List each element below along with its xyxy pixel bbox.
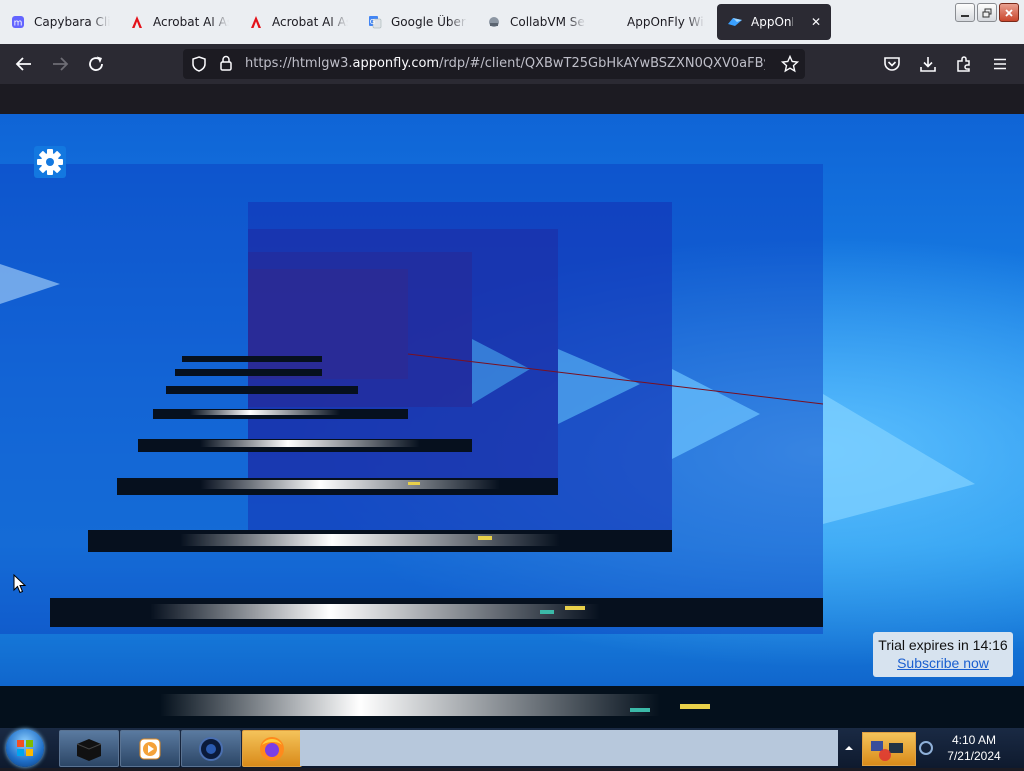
browser-navbar: https://htmlgw3.apponfly.com/rdp/#/clien… [0,44,1024,84]
restore-button[interactable] [977,3,997,22]
tab-collabvm[interactable]: CollabVM Sea [486,4,586,40]
tray-speaker-icon[interactable] [918,738,934,758]
glitch-color-bits [680,704,710,709]
close-window-button[interactable] [999,3,1019,22]
tab-title: AppOnFly Win [627,15,705,29]
tab-acrobat-1[interactable]: Acrobat AI As [129,4,229,40]
show-hidden-icons-chevron-icon[interactable] [844,743,854,753]
back-arrow-icon[interactable] [14,54,34,74]
glitch-bar [175,369,322,376]
hamburger-menu-icon[interactable] [990,54,1010,74]
taskbar-terminal-button[interactable] [59,730,119,767]
settings-gear-icon[interactable] [34,146,66,178]
glitch-streak [180,534,560,546]
taskbar-app-button[interactable] [181,730,241,767]
url-text[interactable]: https://htmlgw3.apponfly.com/rdp/#/clien… [245,56,765,71]
svg-text:G: G [370,18,375,26]
blank-favicon-icon [605,14,619,30]
tab-apponfly-active[interactable]: AppOnFly ✕ [717,4,831,40]
collabvm-icon [486,14,502,30]
glitch-streak [190,410,340,415]
tab-title: CollabVM Sea [510,15,586,29]
glitch-streak [160,694,660,716]
clock-date: 7/21/2024 [947,749,1001,763]
taskbar-clock[interactable]: 4:10 AM 7/21/2024 [938,732,1010,764]
minimize-button[interactable] [955,3,975,22]
tab-title: AppOnFly [751,15,793,29]
url-path: /rdp/#/client/QXBwT25GbHkAYwBSZXN0QXV0aF… [439,56,765,71]
url-host: apponfly.com [352,56,440,71]
reload-icon[interactable] [86,54,106,74]
glitch-color-bits [478,536,492,540]
apponfly-icon [727,14,743,30]
browser-tab-strip: m Capybara Clic Acrobat AI As Acrobat AI… [0,0,1024,44]
glitch-bar [182,356,322,362]
app-globe-icon [199,736,223,761]
tab-title: Capybara Clic [34,15,110,29]
remote-frame-top-strip [0,84,1024,114]
trial-expires-text: Trial expires in 14:16 [878,637,1008,653]
tab-title: Acrobat AI As [153,15,229,29]
window-controls [955,3,1019,22]
glitch-light-shapes [0,264,975,524]
pocket-icon[interactable] [882,54,902,74]
adobe-acrobat-icon [129,14,145,30]
adobe-acrobat-icon [248,14,264,30]
glitch-streak [200,480,500,489]
taskbar-firefox-button[interactable] [242,730,302,767]
glitch-streak [150,604,600,619]
google-translate-icon: G [367,14,383,30]
subscribe-now-link[interactable]: Subscribe now [873,655,1013,671]
tab-google-translate[interactable]: G Google Überse [367,4,467,40]
trial-notice: Trial expires in 14:16 Subscribe now [873,632,1013,677]
start-button-icon[interactable] [6,729,44,767]
tab-apponfly-windows[interactable]: AppOnFly Win [605,4,705,40]
media-player-icon [139,738,161,759]
close-tab-icon[interactable]: ✕ [811,15,821,29]
glitch-color-bits [565,606,585,610]
mouse-cursor-icon [13,574,27,594]
remote-desktop-canvas[interactable]: Trial expires in 14:16 Subscribe now [0,114,1024,728]
svg-text:m: m [14,19,23,29]
mastodon-icon: m [10,14,26,30]
extensions-icon[interactable] [954,54,974,74]
address-bar[interactable]: https://htmlgw3.apponfly.com/rdp/#/clien… [183,49,805,79]
clock-time: 4:10 AM [951,733,997,747]
remote-taskbar: 4:10 AM 7/21/2024 [0,728,1024,768]
lock-icon[interactable] [219,55,233,76]
glitch-bar [166,386,358,394]
tab-title: Acrobat AI As [272,15,348,29]
tab-title: Google Überse [391,15,467,29]
firefox-icon [260,736,284,761]
terminal-icon [76,738,102,761]
tracking-shield-icon[interactable] [191,56,207,76]
tray-network-icon[interactable] [862,732,916,766]
tab-acrobat-2[interactable]: Acrobat AI As [248,4,348,40]
url-prefix: https://htmlgw3. [245,56,353,71]
glitch-streak [200,440,420,447]
bookmark-star-icon[interactable] [780,54,800,77]
downloads-icon[interactable] [918,54,938,74]
glitch-color-bits [408,482,420,485]
glitch-color-bits [540,610,554,614]
taskbar-media-player-button[interactable] [120,730,180,767]
tab-capybara[interactable]: m Capybara Clic [10,4,110,40]
glitch-color-bits [630,708,650,712]
taskbar-empty-area[interactable] [300,730,838,766]
forward-arrow-icon[interactable] [50,54,70,74]
